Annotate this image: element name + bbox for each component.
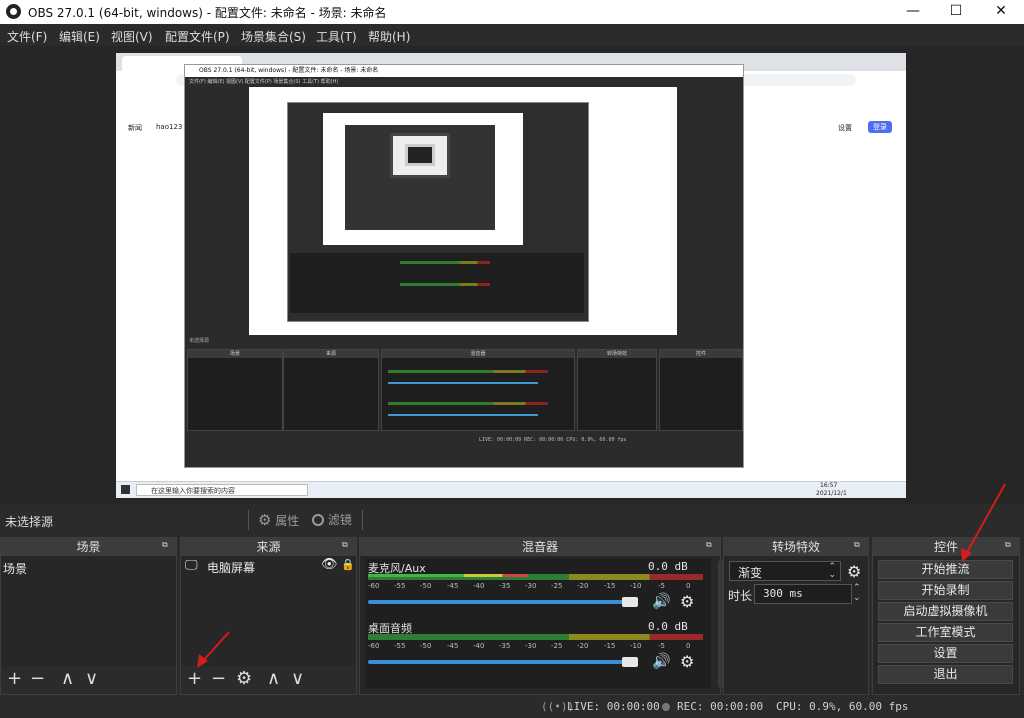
arrow-to-add-source [197,631,230,668]
annotation-arrows [197,483,1006,668]
arrow-to-start-streaming [961,483,1006,562]
